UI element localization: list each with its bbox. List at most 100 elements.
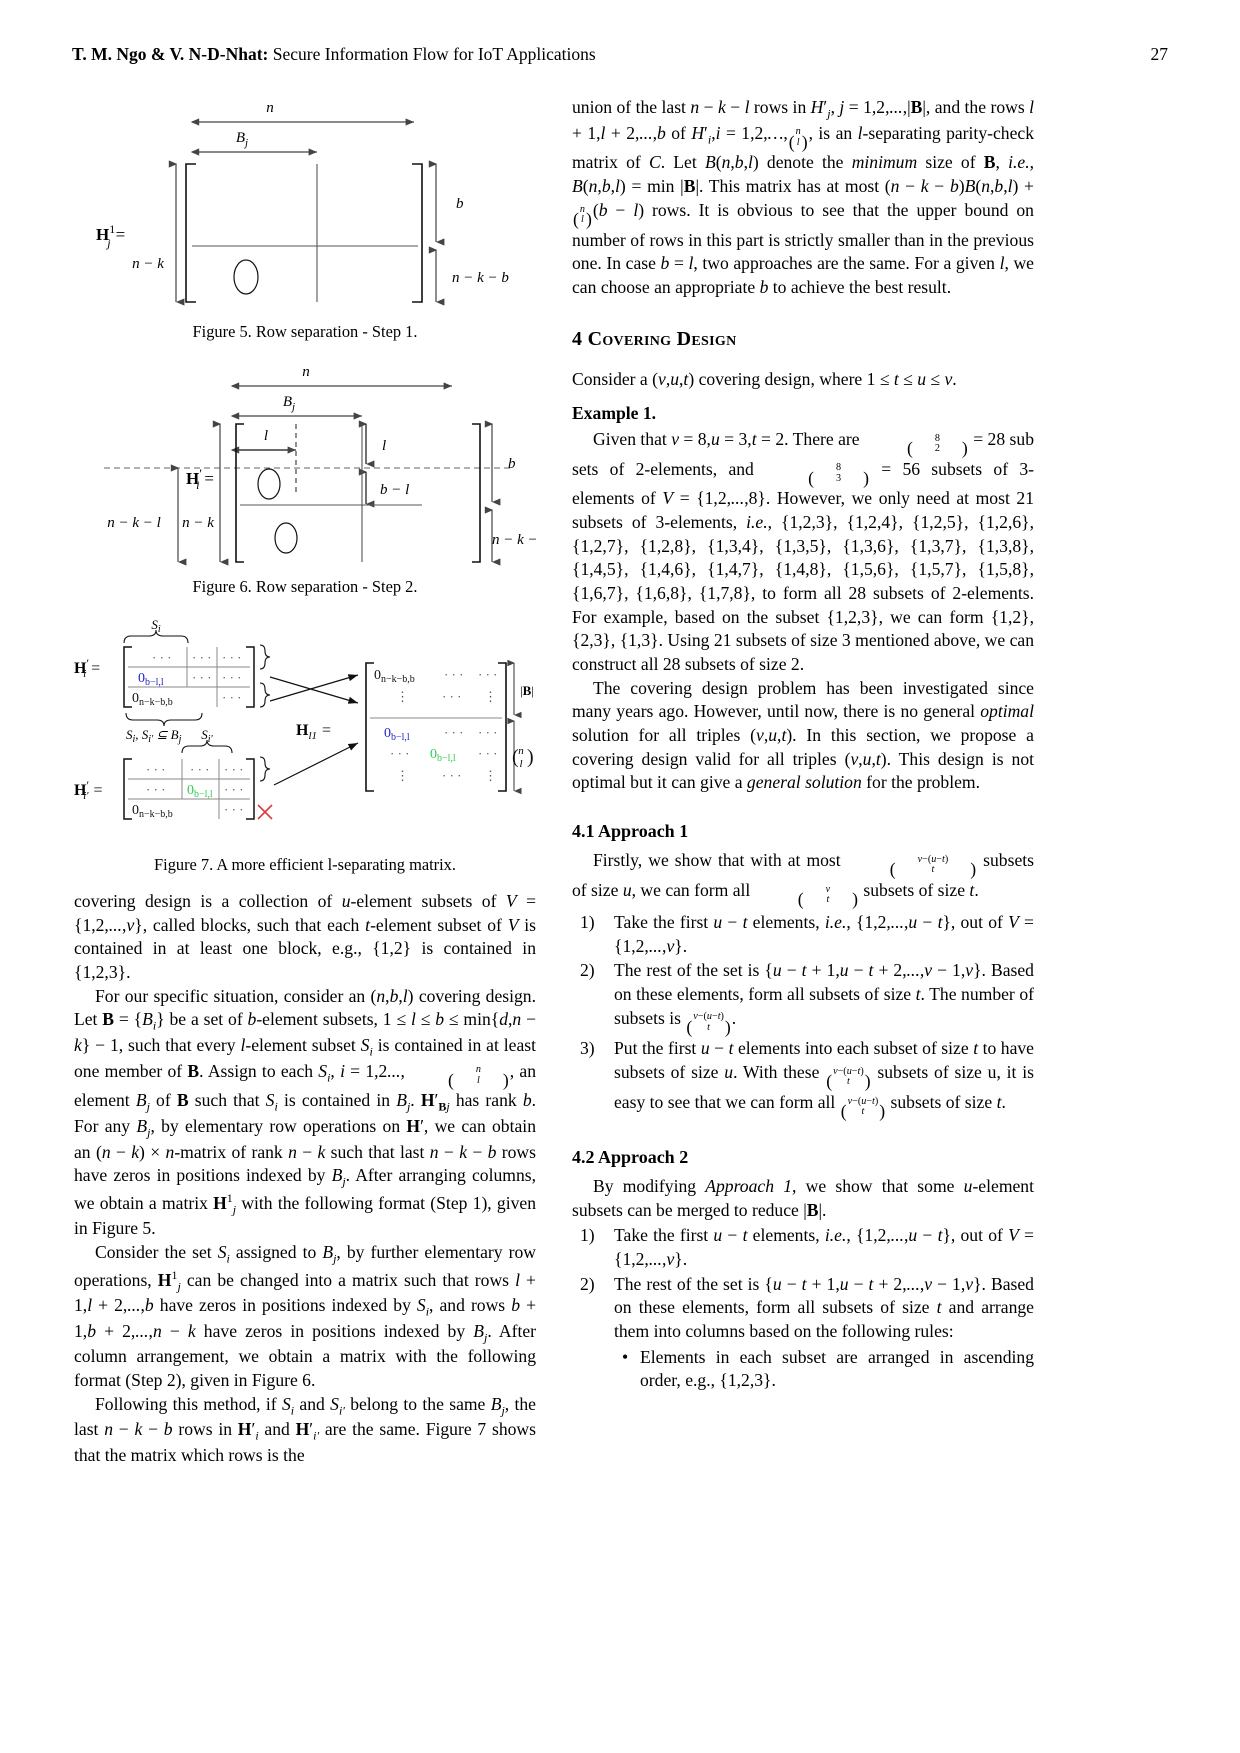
fig7-label-Hl1: Hl1 =: [296, 722, 331, 742]
fig7-paren-right: ): [527, 746, 534, 768]
fig5-bracket-right: [412, 163, 423, 303]
fig7-arrow-1: [269, 676, 359, 704]
paragraph-covering-design: covering design is a collection of u-ele…: [74, 891, 536, 982]
paper-page: T. M. Ngo & V. N-D-Nhat: Secure Informat…: [0, 0, 1240, 1753]
fig7-dots: · · ·: [478, 667, 498, 682]
fig7-bracket-left-2: [123, 758, 132, 820]
fig7-dots: · · ·: [224, 782, 244, 797]
fig7-zero-bl-green-2: 0b−l,l: [430, 747, 456, 764]
list-marker: 3): [580, 1038, 595, 1059]
fig7-label-Hip: H′ i′ =: [74, 778, 103, 802]
fig7-dots: · · ·: [152, 650, 172, 665]
fig5-label-Bj: Bj: [236, 130, 248, 149]
paragraph-example-body: Given that v = 8,u = 3,t = 2. There are …: [572, 428, 1035, 675]
fig7-dots: · · ·: [478, 725, 498, 740]
left-column: covering design is a collection of u-ele…: [74, 890, 536, 1467]
list-marker: 2): [580, 960, 595, 981]
fig5-bracket-left: [185, 163, 196, 303]
fig7-brace-group-1: [259, 644, 271, 670]
list-marker: 1): [580, 1225, 595, 1246]
fig6-label-nk: n − k: [182, 515, 214, 531]
paragraph-consider-set-si: Consider the set Si assigned to Bj, by f…: [74, 1241, 537, 1390]
running-head: T. M. Ngo & V. N-D-Nhat: Secure Informat…: [72, 44, 1168, 65]
fig6-label-Bj: Bj: [283, 394, 295, 413]
fig7-dots: · · ·: [190, 762, 210, 777]
fig7-dots: · · ·: [192, 670, 212, 685]
paragraph-union-rows: union of the last n − k − l rows in H′j,…: [572, 97, 1035, 297]
fig7-bracket-right-1: [246, 646, 255, 708]
figure-6-graphic: n Bj l l b − l n − k − l n − k H′ i = b …: [104, 364, 536, 566]
list-item: 3) Put the first u − t elements into each…: [580, 1038, 1034, 1122]
paragraph-approach1-intro: Firstly, we show that with at most (v−(u…: [572, 850, 1034, 910]
fig6-label-l-vert: l: [382, 438, 386, 454]
fig7-dots: · · ·: [222, 650, 242, 665]
running-head-text: T. M. Ngo & V. N-D-Nhat: Secure Informat…: [72, 44, 596, 65]
fig7-bracket-right-2: [246, 758, 255, 820]
fig5-label-b: b: [456, 196, 464, 212]
fig7-brace-Si: [123, 629, 189, 644]
fig7-vdots: ⋮: [484, 768, 497, 783]
fig5-zero-block: [233, 259, 259, 295]
running-head-authors: T. M. Ngo & V. N-D-Nhat:: [72, 44, 269, 64]
right-column: union of the last n − k − l rows in H′j,…: [572, 96, 1034, 1394]
fig7-bracket-left-1: [123, 646, 132, 708]
fig6-label-l-horiz: l: [264, 428, 268, 444]
fig7-dots: · · ·: [192, 650, 212, 665]
approach1-list: 1) Take the first u − t elements, i.e., {…: [572, 911, 1034, 1121]
fig7-brace-group-3: [259, 756, 271, 782]
fig7-zero-nkb-3: 0n−k−b,b: [374, 668, 415, 685]
list-item: 2) The rest of the set is {u − t + 1,u − …: [580, 960, 1034, 1037]
fig7-zero-nkb-1: 0n−k−b,b: [132, 691, 173, 708]
paragraph-covering-intro: Consider a (v,u,t) covering design, wher…: [572, 369, 957, 390]
fig7-label-subset-note: Si, Si′ ⊆ Bj: [126, 727, 182, 745]
subsection-heading-42: 4.2 Approach 2: [572, 1146, 689, 1167]
list-item: 2) The rest of the set is {u − t + 1,u − …: [572, 1273, 1034, 1393]
approach2-list: 1) Take the first u − t elements, i.e., {…: [572, 1224, 1034, 1393]
fig7-bracket-left-3: [365, 662, 374, 792]
fig7-vdots: ⋮: [396, 768, 409, 783]
fig6-zero-block-2: [274, 522, 298, 554]
fig7-dots: · · ·: [442, 689, 462, 704]
fig7-dots: · · ·: [224, 802, 244, 817]
fig7-zero-bl-green: 0b−l,l: [187, 783, 213, 800]
figure-5-caption: Figure 5. Row separation - Step 1.: [192, 322, 418, 341]
fig7-brace-group-2: [259, 682, 271, 708]
list-item: 1) Take the first u − t elements, i.e., {…: [580, 911, 1034, 956]
fig7-label-Bcard: |B|: [520, 683, 534, 698]
fig7-zero-bl-blue: 0b−l,l: [138, 671, 164, 688]
list-item: • Elements in each subset are arranged in…: [622, 1346, 1034, 1391]
fig5-label-nk: n − k: [132, 256, 164, 272]
figure-5: n Bj n − k H1 j = b n − k − b: [74, 100, 536, 315]
fig7-red-cross-icon: [257, 804, 273, 820]
fig6-label-n: n: [302, 364, 310, 380]
fig7-brace-Sip: [181, 739, 233, 754]
fig7-dots: · · ·: [442, 768, 462, 783]
fig6-label-nkl: n − k − l: [107, 515, 161, 531]
paragraph-covering-problem: The covering design problem has been inv…: [572, 677, 1035, 793]
paragraph-specific-situation: For our specific situation, consider an …: [74, 985, 537, 1239]
fig7-zero-bl-blue-2: 0b−l,l: [384, 726, 410, 743]
fig6-matrix-name: H′ i =: [186, 466, 214, 492]
figure-7-caption: Figure 7. A more efficient l-separating …: [154, 855, 456, 874]
fig7-dots: · · ·: [146, 782, 166, 797]
fig7-arrow-2: [269, 674, 359, 702]
fig7-dots: · · ·: [146, 762, 166, 777]
fig7-brace-subset: [125, 712, 203, 727]
fig7-zero-nkb-2: 0n−k−b,b: [132, 803, 173, 820]
fig6-label-b: b: [508, 456, 516, 472]
fig7-dots: · · ·: [222, 670, 242, 685]
fig7-dots: · · ·: [444, 725, 464, 740]
fig6-label-bml: b − l: [380, 482, 409, 498]
fig7-dots: · · ·: [224, 762, 244, 777]
subsection-heading-41: 4.1 Approach 1: [572, 821, 689, 841]
section-title: Covering Design: [587, 327, 737, 350]
fig7-label-Hi: H′ i =: [74, 656, 100, 680]
fig7-dots: · · ·: [444, 667, 464, 682]
fig6-label-nkb: n − k − b: [492, 532, 536, 548]
approach2-bullets: • Elements in each subset are arranged in…: [614, 1346, 1034, 1393]
figure-6-caption: Figure 6. Row separation - Step 2.: [192, 577, 418, 596]
list-item: 1) Take the first u − t elements, i.e., {…: [580, 1225, 1034, 1269]
section-heading-4: 4 Covering Design: [572, 326, 1034, 353]
figure-5-graphic: n Bj n − k H1 j = b n − k − b: [96, 100, 509, 306]
fig7-bracket-right-3: [498, 662, 507, 792]
